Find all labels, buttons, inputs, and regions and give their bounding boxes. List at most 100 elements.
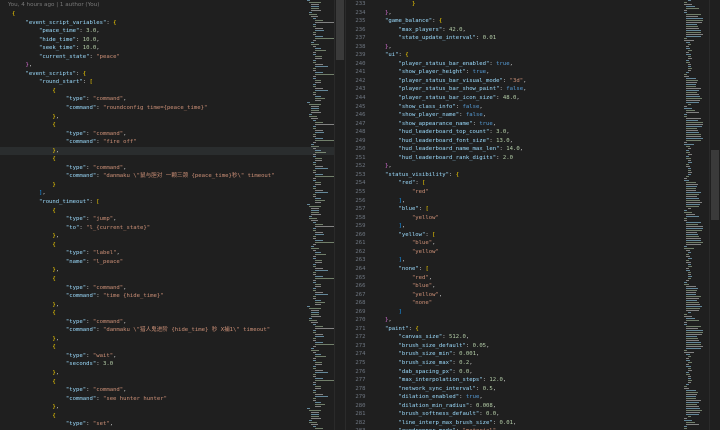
code-line[interactable]: 258 "yellow"	[346, 214, 720, 223]
code-line[interactable]: 253 "status_visibility": {	[346, 171, 720, 180]
code-line[interactable]: {	[0, 275, 345, 284]
code-line[interactable]: },	[0, 61, 345, 70]
code-line[interactable]: },	[0, 113, 345, 122]
code-line[interactable]: },	[0, 403, 345, 412]
code-line[interactable]: "current_state": "peace"	[0, 53, 345, 62]
code-line[interactable]: 254 "red": [	[346, 179, 720, 188]
code-line[interactable]: 251 "hud_leaderboard_rank_digits": 2.0	[346, 154, 720, 163]
code-line[interactable]: 245 "show_class_info": false,	[346, 103, 720, 112]
code-line[interactable]: "event_script_variables": {	[0, 19, 345, 28]
code-line[interactable]: "command": "danmaku \"猎人鬼进阶 {hide_time} …	[0, 326, 345, 335]
code-line[interactable]: "command": "fire off"	[0, 138, 345, 147]
code-line[interactable]: "type": "jump",	[0, 215, 345, 224]
code-line[interactable]: "command": "time {hide_time}"	[0, 292, 345, 301]
code-line[interactable]: {	[0, 155, 345, 164]
code-line[interactable]: "type": "wait",	[0, 352, 345, 361]
code-line[interactable]: 282 "line_interp_max_brush_size": 0.01,	[346, 419, 720, 428]
code-line[interactable]: 249 "hud_leaderboard_font_size": 13.0,	[346, 137, 720, 146]
git-blame-annotation[interactable]: You, 4 hours ago | 1 author (You)	[0, 0, 345, 10]
code-line[interactable]: "command": "danmaku \"鼠与胆对 一颗三颈 {peace_t…	[0, 172, 345, 181]
minimap-left[interactable]	[306, 0, 337, 430]
code-area-right[interactable]: 233 } 234 }, 235 "game_balance": {236 "max…	[346, 0, 720, 430]
code-line[interactable]: 239 "ui": {	[346, 51, 720, 60]
scrollbar-left[interactable]	[333, 0, 345, 430]
code-line[interactable]: "round_start": [	[0, 78, 345, 87]
code-line[interactable]: },	[0, 232, 345, 241]
code-line[interactable]: 275 "brush_size_max": 0.2,	[346, 359, 720, 368]
code-line[interactable]: 264 "none": [	[346, 265, 720, 274]
code-line[interactable]: 261 "blue",	[346, 239, 720, 248]
code-line[interactable]: "hide_time": 10.0,	[0, 36, 345, 45]
code-line[interactable]: 269 ]	[346, 308, 720, 317]
code-line[interactable]: 236 "max_players": 42.0,	[346, 26, 720, 35]
minimap-right[interactable]	[682, 0, 706, 430]
code-line[interactable]: 271 "paint": {	[346, 325, 720, 334]
code-line[interactable]: 247 "show_appearance_name": true,	[346, 120, 720, 129]
code-line[interactable]: "command": "roundconfig time={peace_time…	[0, 104, 345, 113]
code-line[interactable]: {	[0, 87, 345, 96]
code-line[interactable]: },	[0, 266, 345, 275]
code-line[interactable]: 248 "hud_leaderboard_top_count": 3.0,	[346, 128, 720, 137]
code-line[interactable]: 270 },	[346, 316, 720, 325]
code-line[interactable]: "peace_time": 3.0,	[0, 27, 345, 36]
code-line[interactable]: {	[0, 121, 345, 130]
code-line[interactable]: {	[0, 207, 345, 216]
code-line[interactable]: "type": "set",	[0, 420, 345, 429]
code-line[interactable]: 281 "brush_softness_default": 0.0,	[346, 410, 720, 419]
scrollbar-thumb-right[interactable]	[711, 150, 719, 220]
scrollbar-thumb-left[interactable]	[335, 0, 344, 60]
code-line[interactable]: 242 "player_status_bar_visual_mode": "3d…	[346, 77, 720, 86]
code-line[interactable]: 246 "show_player_name": false,	[346, 111, 720, 120]
code-line[interactable]: 277 "max_interpolation_steps": 12.0,	[346, 376, 720, 385]
code-line[interactable]: {	[0, 343, 345, 352]
code-line[interactable]: 252 },	[346, 162, 720, 171]
editor-pane-left[interactable]: You, 4 hours ago | 1 author (You) { "eve…	[0, 0, 345, 430]
code-line[interactable]: "type": "command",	[0, 284, 345, 293]
code-line[interactable]: "type": "command",	[0, 95, 345, 104]
code-line[interactable]: {	[0, 309, 345, 318]
code-line[interactable]: 250 "hud_leaderboard_name_max_len": 14.0…	[346, 145, 720, 154]
code-line[interactable]: {	[0, 412, 345, 421]
code-line[interactable]: "command": "see hunter hunter"	[0, 395, 345, 404]
code-line[interactable]: 276 "dab_spacing_px": 0.0,	[346, 368, 720, 377]
code-line[interactable]: "to": "l_{current_state}"	[0, 224, 345, 233]
code-line[interactable]: 274 "brush_size_min": 0.001,	[346, 350, 720, 359]
code-line[interactable]: "seconds": 3.0	[0, 360, 345, 369]
code-line[interactable]: 241 "show_player_height": true,	[346, 68, 720, 77]
code-line[interactable]: 256 ],	[346, 197, 720, 206]
code-line[interactable]: 267 "yellow",	[346, 291, 720, 300]
code-line[interactable]: 243 "player_status_bar_show_paint": fals…	[346, 85, 720, 94]
editor-pane-right[interactable]: 233 } 234 }, 235 "game_balance": {236 "max…	[345, 0, 720, 430]
code-line[interactable]: "type": "command",	[0, 164, 345, 173]
code-line[interactable]: },	[0, 301, 345, 310]
scrollbar-right[interactable]	[709, 0, 720, 430]
code-line[interactable]: 244 "player_status_bar_icon_size": 48.0,	[346, 94, 720, 103]
code-line[interactable]: 262 "yellow"	[346, 248, 720, 257]
code-line[interactable]: 260 "yellow": [	[346, 231, 720, 240]
code-line[interactable]: 235 "game_balance": {	[346, 17, 720, 26]
code-line[interactable]: "name": "l_peace"	[0, 258, 345, 267]
code-line[interactable]: 279 "dilation_enabled": true,	[346, 393, 720, 402]
code-line[interactable]: 240 "player_status_bar_enabled": true,	[346, 60, 720, 69]
code-line[interactable]: 257 "blue": [	[346, 205, 720, 214]
code-line[interactable]: "type": "command",	[0, 318, 345, 327]
code-line[interactable]: },	[0, 146, 345, 156]
code-line[interactable]: "type": "command",	[0, 386, 345, 395]
code-line[interactable]: {	[0, 241, 345, 250]
code-line[interactable]: "type": "command",	[0, 130, 345, 139]
code-line[interactable]: },	[0, 369, 345, 378]
code-line[interactable]: {	[0, 10, 345, 19]
code-line[interactable]: "seek_time": 10.0,	[0, 44, 345, 53]
code-line[interactable]: ],	[0, 189, 345, 198]
code-line[interactable]: 234 },	[346, 9, 720, 18]
code-line[interactable]: 237 "state_update_interval": 0.01	[346, 34, 720, 43]
code-line[interactable]: 278 "network_sync_interval": 0.5,	[346, 385, 720, 394]
code-line[interactable]: 238 },	[346, 43, 720, 52]
code-line[interactable]: },	[0, 335, 345, 344]
code-line[interactable]: 280 "dilation_min_radius": 0.008,	[346, 402, 720, 411]
code-line[interactable]: 259 ],	[346, 222, 720, 231]
code-line[interactable]: "type": "label",	[0, 249, 345, 258]
code-line[interactable]: 273 "brush_size_default": 0.05,	[346, 342, 720, 351]
code-line[interactable]: 233 }	[346, 0, 720, 9]
code-line[interactable]: 255 "red"	[346, 188, 720, 197]
